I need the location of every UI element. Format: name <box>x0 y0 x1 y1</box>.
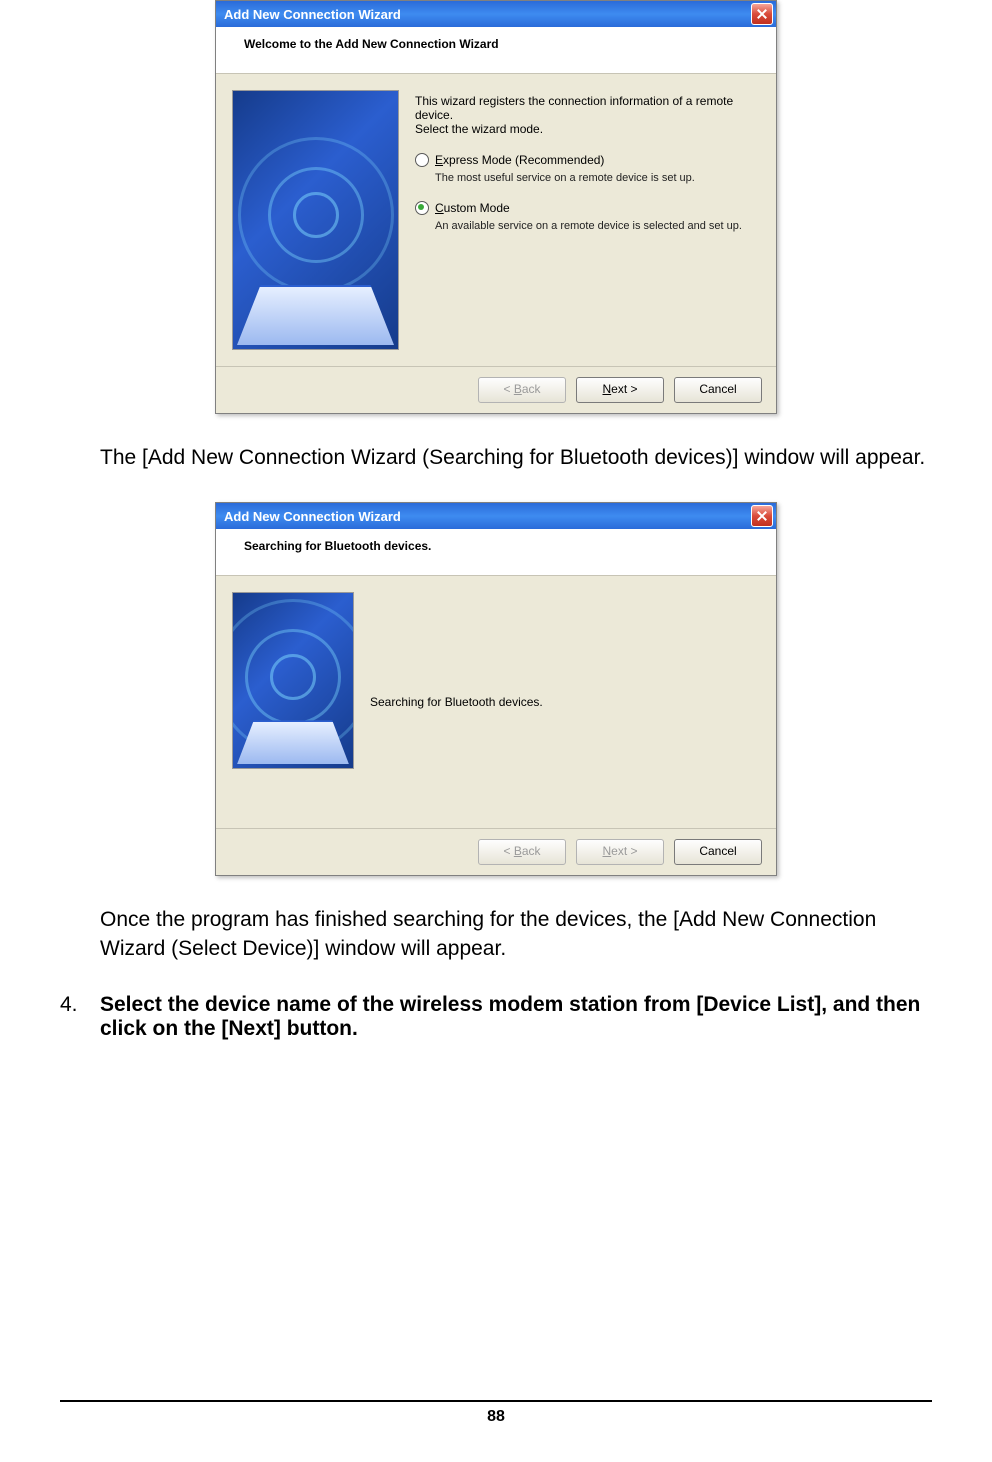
title-bar: Add New Connection Wizard <box>216 503 776 529</box>
button-bar: < Back Next > Cancel <box>216 828 776 875</box>
close-icon[interactable] <box>751 3 773 25</box>
wizard-illustration <box>232 90 399 350</box>
button-bar: < Back Next > Cancel <box>216 366 776 413</box>
step-number: 4. <box>60 993 100 1041</box>
radio-description: The most useful service on a remote devi… <box>435 172 760 184</box>
back-button[interactable]: < Back <box>478 377 566 403</box>
window-title: Add New Connection Wizard <box>224 509 751 524</box>
document-step: 4. Select the device name of the wireles… <box>60 993 932 1041</box>
dialog-searching-bluetooth: Add New Connection Wizard Searching for … <box>215 502 777 876</box>
wizard-heading: Searching for Bluetooth devices. <box>216 529 776 576</box>
radio-label: Express Mode (Recommended) <box>435 152 604 168</box>
step-text: Select the device name of the wireless m… <box>100 993 932 1041</box>
next-button[interactable]: Next > <box>576 839 664 865</box>
page-number: 88 <box>487 1408 505 1425</box>
radio-icon <box>415 201 429 215</box>
close-icon[interactable] <box>751 505 773 527</box>
window-title: Add New Connection Wizard <box>224 7 751 22</box>
radio-label: Custom Mode <box>435 200 510 216</box>
radio-icon <box>415 153 429 167</box>
page-footer: 88 <box>60 1400 932 1426</box>
dialog-add-new-connection-welcome: Add New Connection Wizard Welcome to the… <box>215 0 777 414</box>
radio-express-mode[interactable]: Express Mode (Recommended) <box>415 152 760 168</box>
wizard-heading: Welcome to the Add New Connection Wizard <box>216 27 776 74</box>
cancel-button[interactable]: Cancel <box>674 377 762 403</box>
back-button[interactable]: < Back <box>478 839 566 865</box>
wizard-illustration <box>232 592 354 769</box>
document-paragraph: Once the program has finished searching … <box>100 906 932 963</box>
radio-description: An available service on a remote device … <box>435 220 760 232</box>
status-message: Searching for Bluetooth devices. <box>370 592 760 812</box>
document-paragraph: The [Add New Connection Wizard (Searchin… <box>100 444 932 472</box>
intro-text: This wizard registers the connection inf… <box>415 94 760 136</box>
title-bar: Add New Connection Wizard <box>216 1 776 27</box>
next-button[interactable]: Next > <box>576 377 664 403</box>
cancel-button[interactable]: Cancel <box>674 839 762 865</box>
radio-custom-mode[interactable]: Custom Mode <box>415 200 760 216</box>
